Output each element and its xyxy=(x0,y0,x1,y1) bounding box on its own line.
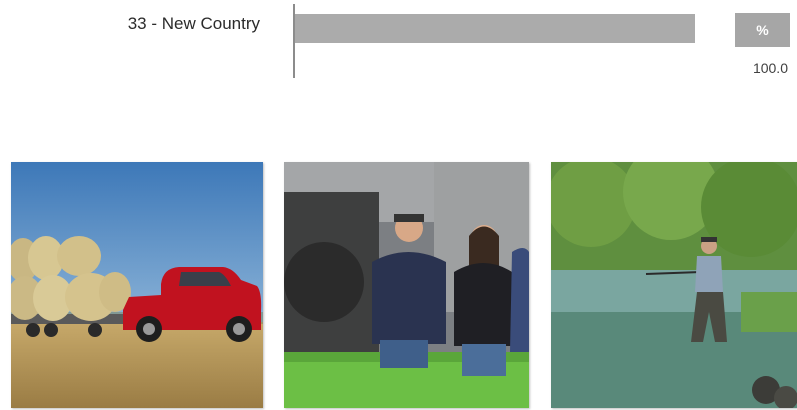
page: 33 - New Country % 100.0 xyxy=(0,0,797,410)
percent-column-header: % xyxy=(735,13,790,47)
fishing-photo xyxy=(551,162,797,408)
family-on-farm-icon xyxy=(284,162,529,408)
family-photo xyxy=(284,162,529,408)
value-label: 100.0 xyxy=(752,60,788,76)
hay-truck-photo xyxy=(11,162,263,408)
category-label: 33 - New Country xyxy=(127,14,260,33)
bar-new-country xyxy=(295,14,695,43)
fly-fisherman-in-river-icon xyxy=(551,162,797,408)
bar-track xyxy=(295,14,695,43)
hay-bales-and-red-pickup-truck-icon xyxy=(11,162,263,408)
